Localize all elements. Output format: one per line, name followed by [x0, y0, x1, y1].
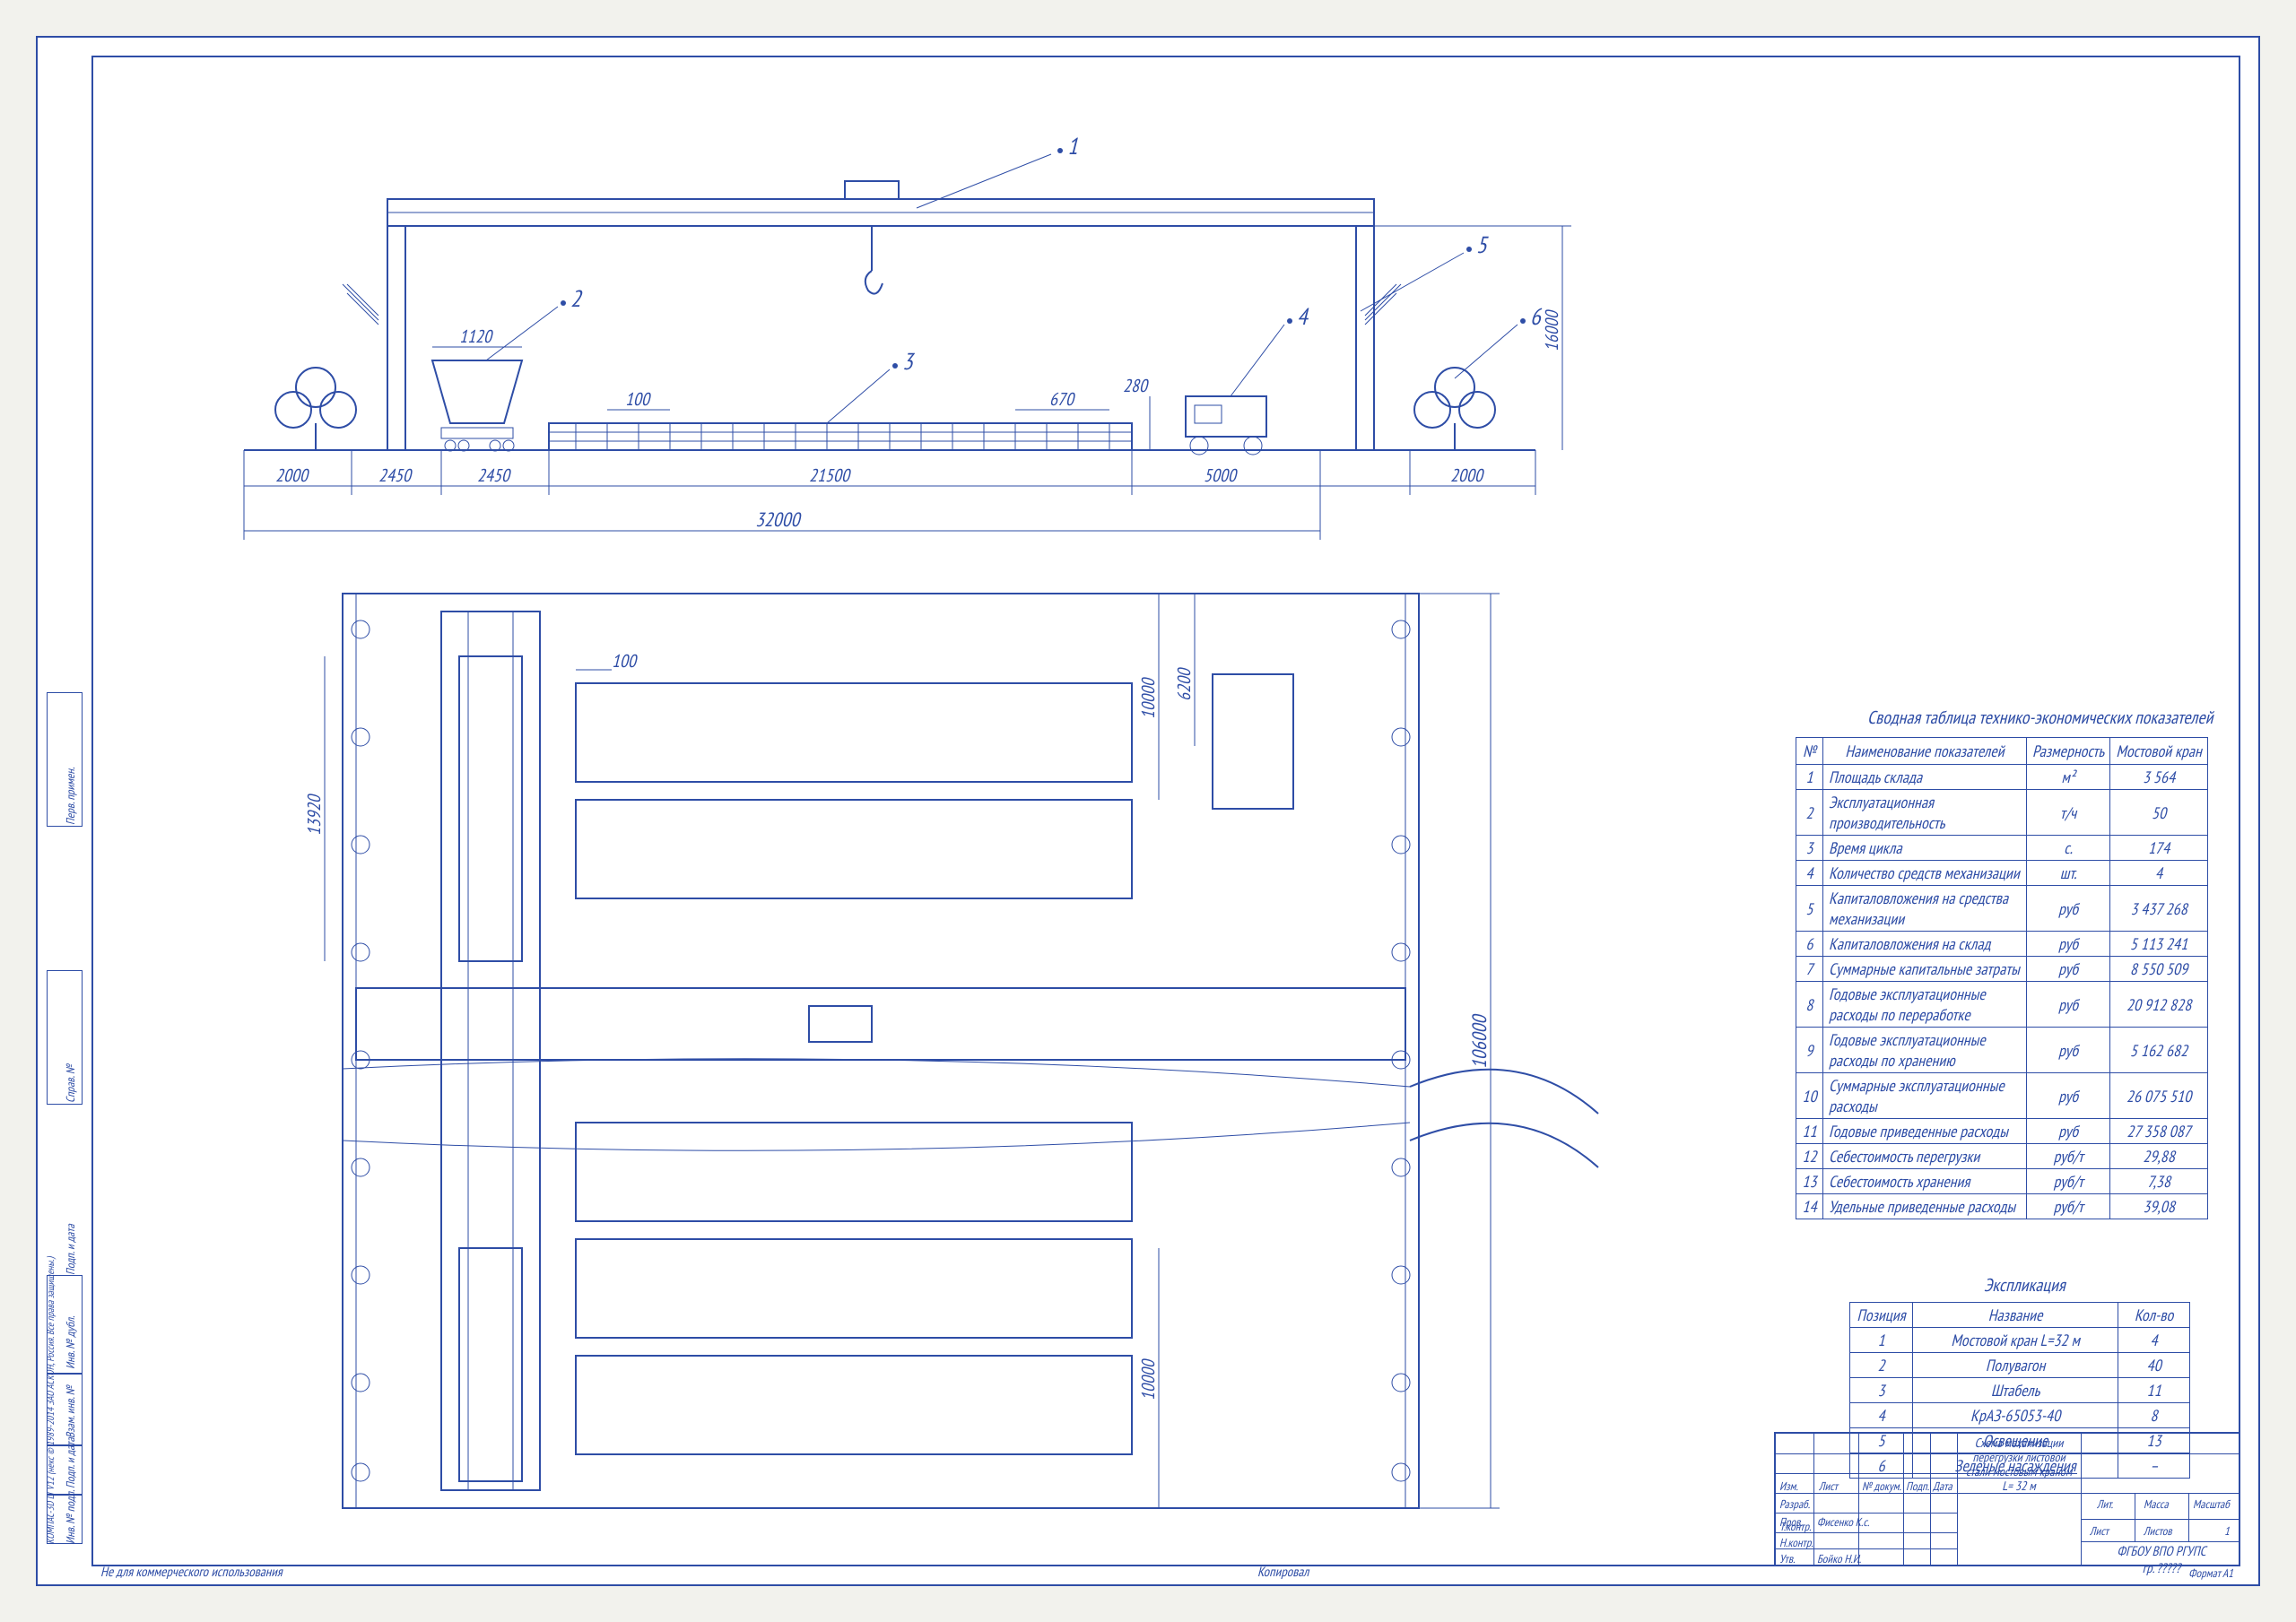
- table-row: 2Полувагон40: [1850, 1353, 2190, 1378]
- svg-text:10000: 10000: [1136, 677, 1160, 719]
- table-row: 8Годовые эксплуатационные расходы по пер…: [1796, 982, 2208, 1028]
- svg-text:5000: 5000: [1204, 464, 1238, 487]
- svg-text:1: 1: [1067, 132, 1078, 161]
- table-row: 12Себестоимость перегрузкируб/т29,88: [1796, 1144, 2208, 1169]
- table-row: 14Удельные приведенные расходыруб/т39,08: [1796, 1194, 2208, 1219]
- svg-text:16000: 16000: [1540, 309, 1563, 351]
- svg-text:4: 4: [1297, 302, 1309, 332]
- left-margin: Инв. № подл. Подп. и дата Взам. инв. № И…: [38, 38, 91, 1584]
- svg-text:21500: 21500: [809, 464, 851, 487]
- svg-text:10000: 10000: [1136, 1358, 1160, 1401]
- svg-text:100: 100: [625, 387, 651, 411]
- svg-text:6200: 6200: [1172, 667, 1196, 701]
- svg-text:2450: 2450: [477, 464, 511, 487]
- summary-caption: Сводная таблица технико-экономических по…: [1867, 706, 2213, 729]
- svg-text:5: 5: [1476, 230, 1489, 260]
- table-row: 13Себестоимость храненияруб/т7,38: [1796, 1169, 2208, 1194]
- table-row: 1Площадь складам²3 564: [1796, 765, 2208, 790]
- table-row: 5Капиталовложения на средства механизаци…: [1796, 886, 2208, 932]
- svg-text:2000: 2000: [1450, 464, 1484, 487]
- svg-text:670: 670: [1049, 387, 1075, 411]
- table-row: 11Годовые приведенные расходыруб27 358 0…: [1796, 1119, 2208, 1144]
- explication-caption: Экспликация: [1984, 1273, 2066, 1297]
- elevation-drawing: 1 2 3 4 5 6 2000 2450 2450 21500 5000 20…: [109, 91, 1634, 567]
- plan-drawing: 100 13920 10000 6200 10000 106000: [109, 567, 1634, 1553]
- svg-text:2: 2: [570, 284, 583, 314]
- table-row: 1Мостовой кран L=32 м4: [1850, 1328, 2190, 1353]
- copied-label: Копировал: [1257, 1564, 1309, 1581]
- summary-table: №Наименование показателей РазмерностьМос…: [1796, 737, 2208, 1219]
- svg-text:280: 280: [1123, 374, 1149, 397]
- svg-text:2450: 2450: [378, 464, 413, 487]
- table-row: 3Штабель11: [1850, 1378, 2190, 1403]
- table-row: 4Количество средств механизациишт.4: [1796, 861, 2208, 886]
- table-row: 3Время циклас.174: [1796, 836, 2208, 861]
- svg-text:3: 3: [902, 347, 916, 377]
- table-row: 7Суммарные капитальные затратыруб8 550 5…: [1796, 957, 2208, 982]
- table-row: 9Годовые эксплуатационные расходы по хра…: [1796, 1028, 2208, 1073]
- table-row: 6Капиталовложения на складруб5 113 241: [1796, 932, 2208, 957]
- svg-text:106000: 106000: [1467, 1013, 1492, 1069]
- table-row: 4КрАЗ-65053-408: [1850, 1403, 2190, 1428]
- svg-text:2000: 2000: [275, 464, 309, 487]
- svg-text:13920: 13920: [302, 794, 326, 836]
- table-row: 10Суммарные эксплуатационные расходыруб2…: [1796, 1073, 2208, 1119]
- noncommercial: Не для коммерческого использования: [100, 1564, 283, 1581]
- table-row: 2Эксплуатационная производительностьт/ч5…: [1796, 790, 2208, 836]
- title-block: Изм. Лист № докум. Подп. Дата Разраб. Пр…: [1774, 1432, 2240, 1566]
- svg-text:32000: 32000: [755, 507, 802, 533]
- svg-text:1120: 1120: [459, 325, 493, 348]
- svg-text:100: 100: [612, 649, 638, 672]
